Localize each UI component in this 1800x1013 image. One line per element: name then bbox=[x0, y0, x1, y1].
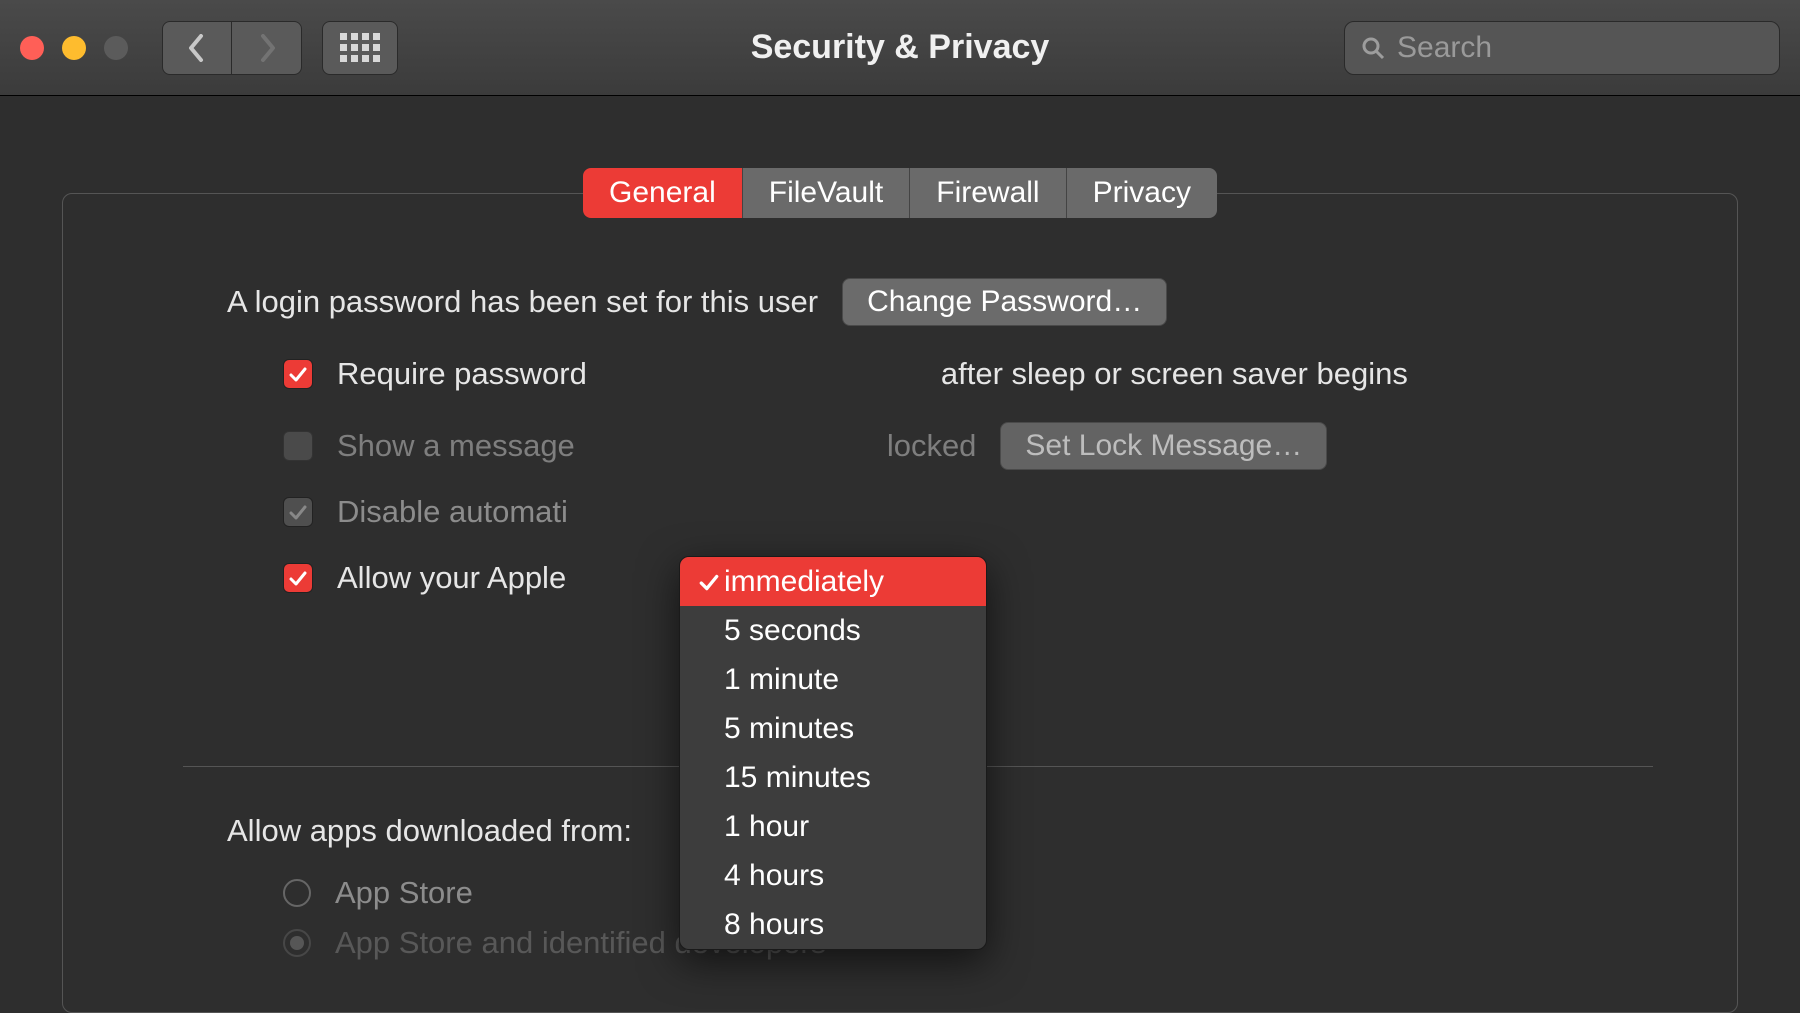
tab-label: General bbox=[609, 176, 716, 210]
search-field[interactable]: Search bbox=[1344, 21, 1780, 75]
option-label: 4 hours bbox=[724, 859, 824, 893]
dropdown-option-8-hours[interactable]: 8 hours bbox=[680, 900, 986, 949]
dropdown-option-5-minutes[interactable]: 5 minutes bbox=[680, 704, 986, 753]
option-label: 1 minute bbox=[724, 663, 839, 697]
require-password-checkbox[interactable] bbox=[283, 359, 313, 389]
option-label: immediately bbox=[724, 565, 884, 599]
search-icon bbox=[1361, 36, 1385, 60]
tab-bar: General FileVault Firewall Privacy bbox=[0, 168, 1800, 218]
allow-apple-id-row: Allow your Apple ur Mac bbox=[283, 560, 1697, 596]
disable-auto-login-checkbox[interactable] bbox=[283, 497, 313, 527]
back-button[interactable] bbox=[162, 21, 232, 75]
search-placeholder: Search bbox=[1397, 31, 1492, 65]
require-password-prefix: Require password bbox=[337, 356, 587, 392]
show-all-button[interactable] bbox=[322, 21, 398, 75]
option-label: 5 seconds bbox=[724, 614, 861, 648]
show-message-checkbox[interactable] bbox=[283, 431, 313, 461]
check-icon bbox=[288, 568, 308, 588]
login-password-row: A login password has been set for this u… bbox=[227, 278, 1697, 326]
show-message-label: Show a message bbox=[337, 428, 575, 464]
window-title: Security & Privacy bbox=[751, 28, 1050, 67]
dropdown-option-5-seconds[interactable]: 5 seconds bbox=[680, 606, 986, 655]
dropdown-option-immediately[interactable]: immediately bbox=[680, 557, 986, 606]
radio-app-store-dev[interactable] bbox=[283, 929, 311, 957]
dropdown-option-15-minutes[interactable]: 15 minutes bbox=[680, 753, 986, 802]
check-icon bbox=[288, 364, 308, 384]
login-password-text: A login password has been set for this u… bbox=[227, 284, 818, 320]
tab-filevault[interactable]: FileVault bbox=[743, 168, 911, 218]
check-icon bbox=[694, 571, 724, 593]
require-password-row: Require password after sleep or screen s… bbox=[283, 356, 1697, 392]
tab-label: Privacy bbox=[1093, 176, 1191, 210]
general-panel: A login password has been set for this u… bbox=[62, 193, 1738, 1013]
allow-apple-id-checkbox[interactable] bbox=[283, 563, 313, 593]
maximize-window-button[interactable] bbox=[104, 36, 128, 60]
nav-group bbox=[162, 21, 302, 75]
tab-privacy[interactable]: Privacy bbox=[1067, 168, 1217, 218]
option-label: 5 minutes bbox=[724, 712, 854, 746]
grid-icon bbox=[340, 33, 380, 62]
minimize-window-button[interactable] bbox=[62, 36, 86, 60]
delay-dropdown-menu: immediately 5 seconds 1 minute 5 minutes… bbox=[679, 556, 987, 950]
forward-button[interactable] bbox=[232, 21, 302, 75]
allow-apple-prefix: Allow your Apple bbox=[337, 560, 566, 596]
radio-app-store-row: App Store bbox=[283, 875, 1697, 911]
show-message-suffix: locked bbox=[887, 428, 977, 464]
show-message-row: Show a message locked Set Lock Message… bbox=[283, 422, 1697, 470]
set-lock-message-button[interactable]: Set Lock Message… bbox=[1000, 422, 1327, 470]
dropdown-option-1-hour[interactable]: 1 hour bbox=[680, 802, 986, 851]
option-label: 15 minutes bbox=[724, 761, 871, 795]
tab-firewall[interactable]: Firewall bbox=[910, 168, 1066, 218]
window-toolbar: Security & Privacy Search bbox=[0, 0, 1800, 96]
button-label: Set Lock Message… bbox=[1025, 429, 1302, 462]
dropdown-option-4-hours[interactable]: 4 hours bbox=[680, 851, 986, 900]
close-window-button[interactable] bbox=[20, 36, 44, 60]
content-area: General FileVault Firewall Privacy A log… bbox=[0, 96, 1800, 1013]
change-password-button[interactable]: Change Password… bbox=[842, 278, 1167, 326]
check-icon bbox=[288, 502, 308, 522]
require-password-suffix: after sleep or screen saver begins bbox=[941, 356, 1408, 392]
option-label: 1 hour bbox=[724, 810, 809, 844]
disable-auto-login-row: Disable automati bbox=[283, 494, 1697, 530]
radio-app-store-dev-row: App Store and identified developers bbox=[283, 925, 1697, 961]
radio-app-store[interactable] bbox=[283, 879, 311, 907]
tab-label: Firewall bbox=[936, 176, 1039, 210]
dropdown-option-1-minute[interactable]: 1 minute bbox=[680, 655, 986, 704]
tab-general[interactable]: General bbox=[583, 168, 743, 218]
option-label: 8 hours bbox=[724, 908, 824, 942]
traffic-lights bbox=[20, 36, 128, 60]
tab-label: FileVault bbox=[769, 176, 884, 210]
disable-auto-login-label: Disable automati bbox=[337, 494, 568, 530]
button-label: Change Password… bbox=[867, 285, 1142, 318]
radio-app-store-label: App Store bbox=[335, 875, 473, 911]
